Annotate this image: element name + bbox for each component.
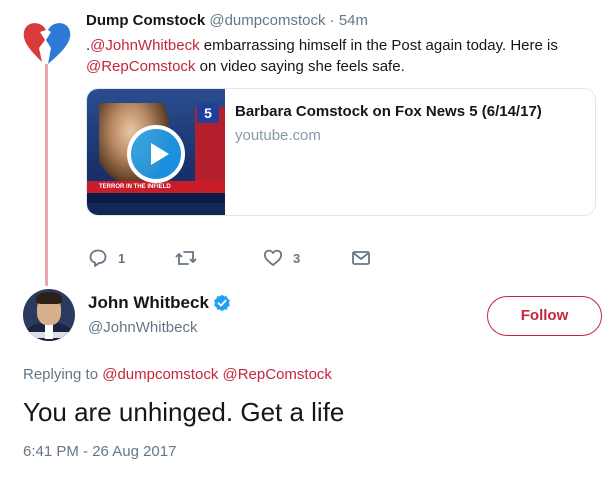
- video-thumbnail[interactable]: 5 TERROR IN THE INFIELD: [87, 89, 225, 215]
- replying-to-prefix: Replying to: [23, 366, 103, 383]
- author-handle[interactable]: @JohnWhitbeck: [88, 319, 197, 336]
- parent-tweet-time[interactable]: 54m: [339, 12, 368, 29]
- envelope-icon: [352, 251, 370, 265]
- parent-tweet-header: Dump Comstock @dumpcomstock · 54m: [86, 12, 368, 29]
- parent-time-separator: ·: [329, 12, 335, 29]
- thread-connector-line: [45, 64, 48, 286]
- tweet-timestamp[interactable]: 6:41 PM - 26 Aug 2017: [23, 443, 176, 460]
- parent-author-handle[interactable]: @dumpcomstock: [209, 12, 325, 29]
- verified-badge-icon: [213, 294, 231, 312]
- fox5-logo: 5: [197, 103, 219, 123]
- card-title[interactable]: Barbara Comstock on Fox News 5 (6/14/17): [235, 103, 542, 120]
- parent-text-suffix: on video saying she feels safe.: [195, 58, 405, 75]
- card-domain: youtube.com: [235, 127, 321, 144]
- author-name[interactable]: John Whitbeck: [88, 293, 209, 313]
- reply-mention-dumpcomstock[interactable]: @dumpcomstock: [102, 366, 218, 383]
- retweet-button[interactable]: [175, 248, 207, 268]
- heart-icon: [263, 249, 283, 266]
- like-count: 3: [293, 250, 301, 266]
- play-icon[interactable]: [127, 125, 185, 183]
- author-name-row: John Whitbeck: [88, 293, 231, 313]
- direct-message-button[interactable]: [351, 248, 371, 268]
- avatar-hair: [36, 292, 62, 304]
- replying-to-line: Replying to @dumpcomstock @RepComstock: [23, 366, 332, 383]
- mention-link-repcomstock[interactable]: @RepComstock: [86, 58, 195, 75]
- parent-tweet-text: .@JohnWhitbeck embarrassing himself in t…: [86, 35, 586, 77]
- parent-author-name[interactable]: Dump Comstock: [86, 12, 205, 29]
- link-preview-card[interactable]: 5 TERROR IN THE INFIELD Barbara Comstock…: [86, 88, 596, 216]
- reply-count: 1: [118, 250, 126, 266]
- retweet-icon: [175, 251, 197, 265]
- tweet-text: You are unhinged. Get a life: [23, 397, 345, 427]
- avatar-caption-strip: [23, 332, 75, 338]
- parent-text-middle: embarrassing himself in the Post again t…: [199, 37, 558, 54]
- broken-heart-icon[interactable]: [20, 18, 72, 66]
- thumbnail-ticker: [87, 193, 225, 203]
- reply-icon: [89, 249, 107, 267]
- reply-mention-repcomstock[interactable]: @RepComstock: [223, 366, 332, 383]
- follow-button[interactable]: Follow: [487, 296, 602, 336]
- reply-button[interactable]: 1: [88, 248, 125, 268]
- like-button[interactable]: 3: [263, 248, 300, 268]
- avatar[interactable]: [23, 289, 75, 341]
- mention-link-johnwhitbeck[interactable]: @JohnWhitbeck: [90, 37, 199, 54]
